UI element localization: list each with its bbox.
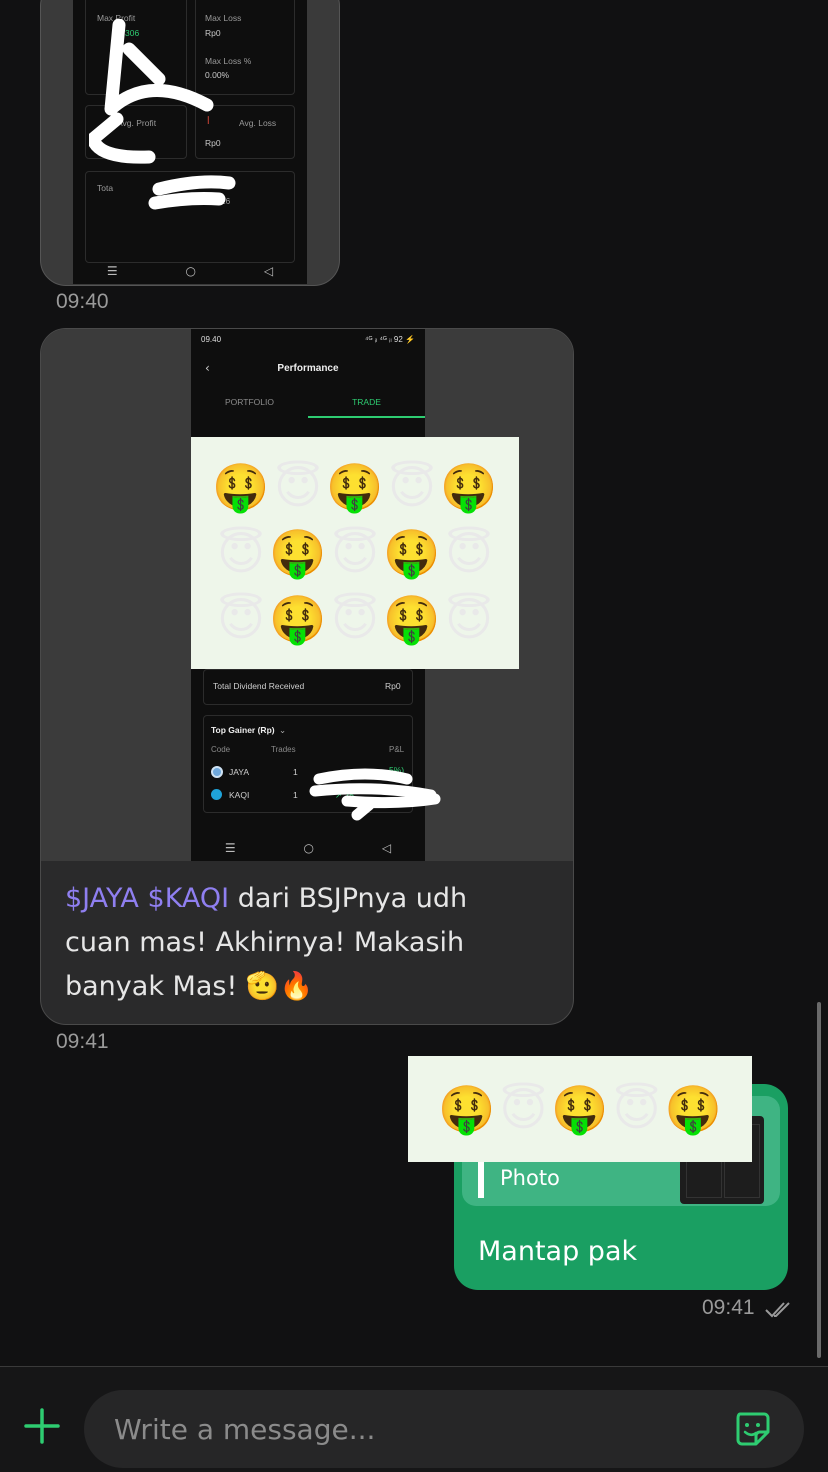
- salute-fire-emoji: 🫡🔥: [245, 971, 314, 1002]
- scrollbar[interactable]: [817, 1002, 821, 1358]
- money-mouth-emoji: 🤑: [269, 592, 327, 646]
- message-time: 09:40: [56, 290, 109, 313]
- chevron-down-icon: ⌄: [279, 725, 287, 735]
- sticker-icon[interactable]: [732, 1408, 772, 1448]
- money-mouth-emoji: 🤑: [438, 1082, 496, 1136]
- tab-trade: TRADE: [352, 397, 381, 407]
- row-code: KAQI: [229, 790, 250, 800]
- row-trades: 1: [293, 767, 298, 777]
- plus-icon[interactable]: [22, 1406, 62, 1446]
- redaction-scribble: [309, 768, 441, 821]
- tab-portfolio: PORTFOLIO: [225, 397, 274, 407]
- col-pnl: P&L: [389, 745, 405, 754]
- status-bar: 09.40 ⁴ᴳ ᵢₗ ⁴ᴳ ᵢₗ 92 ⚡: [201, 335, 415, 344]
- image-message-1[interactable]: Max Profit 306 Max Loss Rp0 Max Loss % 0…: [40, 0, 340, 286]
- active-tab-indicator: [308, 416, 425, 418]
- double-check-icon: [765, 1302, 790, 1318]
- message-caption: $JAYA $KAQI dari BSJPnya udh cuan mas! A…: [65, 877, 535, 1009]
- row-trades: 1: [293, 790, 298, 800]
- message-time: 09:41: [56, 1030, 109, 1053]
- smiling-halo-emoji: 😇: [331, 592, 379, 646]
- page-title: Performance: [277, 363, 339, 374]
- redaction-scribble: [89, 19, 236, 210]
- status-time: 09.40: [201, 335, 222, 344]
- message-time: 09:41: [702, 1296, 755, 1319]
- smiling-halo-emoji: 😇: [499, 1082, 548, 1136]
- cashtag-link[interactable]: $KAQI: [148, 883, 230, 914]
- money-mouth-emoji: 🤑: [664, 1082, 722, 1136]
- money-mouth-emoji: 🤑: [383, 526, 441, 580]
- cashtag-link[interactable]: $JAYA: [65, 883, 139, 914]
- smiling-halo-emoji: 😇: [331, 526, 379, 580]
- android-nav-bar: ☰ ○ ◁: [191, 835, 425, 861]
- back-triangle-icon: ◁: [381, 841, 392, 855]
- col-code: Code: [211, 745, 231, 754]
- home-circle-icon: ○: [303, 841, 314, 855]
- quote-label: Photo: [500, 1166, 560, 1190]
- dividend-value: Rp0: [385, 681, 401, 691]
- kaqi-logo-icon: [211, 789, 222, 800]
- smiling-halo-emoji: 😇: [445, 592, 493, 646]
- emoji-sticker-row: 🤑 😇 🤑 😇 🤑: [408, 1056, 752, 1162]
- android-nav-bar: ☰ ○ ◁: [73, 258, 307, 284]
- smiling-halo-emoji: 😇: [445, 526, 493, 580]
- message-input[interactable]: [84, 1390, 804, 1468]
- money-mouth-emoji: 🤑: [551, 1082, 609, 1136]
- money-mouth-emoji: 🤑: [269, 526, 327, 580]
- status-icons: ⁴ᴳ ᵢₗ ⁴ᴳ ᵢₗ 92 ⚡: [365, 335, 415, 344]
- message-text: Mantap pak: [478, 1236, 638, 1267]
- col-trades: Trades: [271, 745, 296, 754]
- money-mouth-emoji: 🤑: [326, 460, 384, 514]
- smiling-halo-emoji: 😇: [217, 592, 265, 646]
- money-mouth-emoji: 🤑: [212, 460, 270, 514]
- home-circle-icon: ○: [185, 264, 196, 278]
- money-mouth-emoji: 🤑: [383, 592, 441, 646]
- smiling-halo-emoji: 😇: [274, 460, 322, 514]
- back-triangle-icon: ◁: [263, 264, 274, 278]
- smiling-halo-emoji: 😇: [217, 526, 265, 580]
- emoji-sticker-grid: 🤑 😇 🤑 😇 🤑 😇 🤑 😇 🤑 😇 😇 🤑 😇 🤑 😇: [191, 437, 519, 669]
- money-mouth-emoji: 🤑: [440, 460, 498, 514]
- menu-icon: ☰: [224, 841, 236, 855]
- smiling-halo-emoji: 😇: [388, 460, 436, 514]
- smiling-halo-emoji: 😇: [612, 1082, 661, 1136]
- dividend-label: Total Dividend Received: [213, 681, 305, 691]
- menu-icon: ☰: [106, 264, 118, 278]
- jaya-logo-icon: [211, 766, 223, 778]
- image-message-2[interactable]: 09.40 ⁴ᴳ ᵢₗ ⁴ᴳ ᵢₗ 92 ⚡ ‹ Performance POR…: [40, 328, 574, 1025]
- top-gainer-title: Top Gainer (Rp): [211, 725, 275, 735]
- row-code: JAYA: [229, 767, 249, 777]
